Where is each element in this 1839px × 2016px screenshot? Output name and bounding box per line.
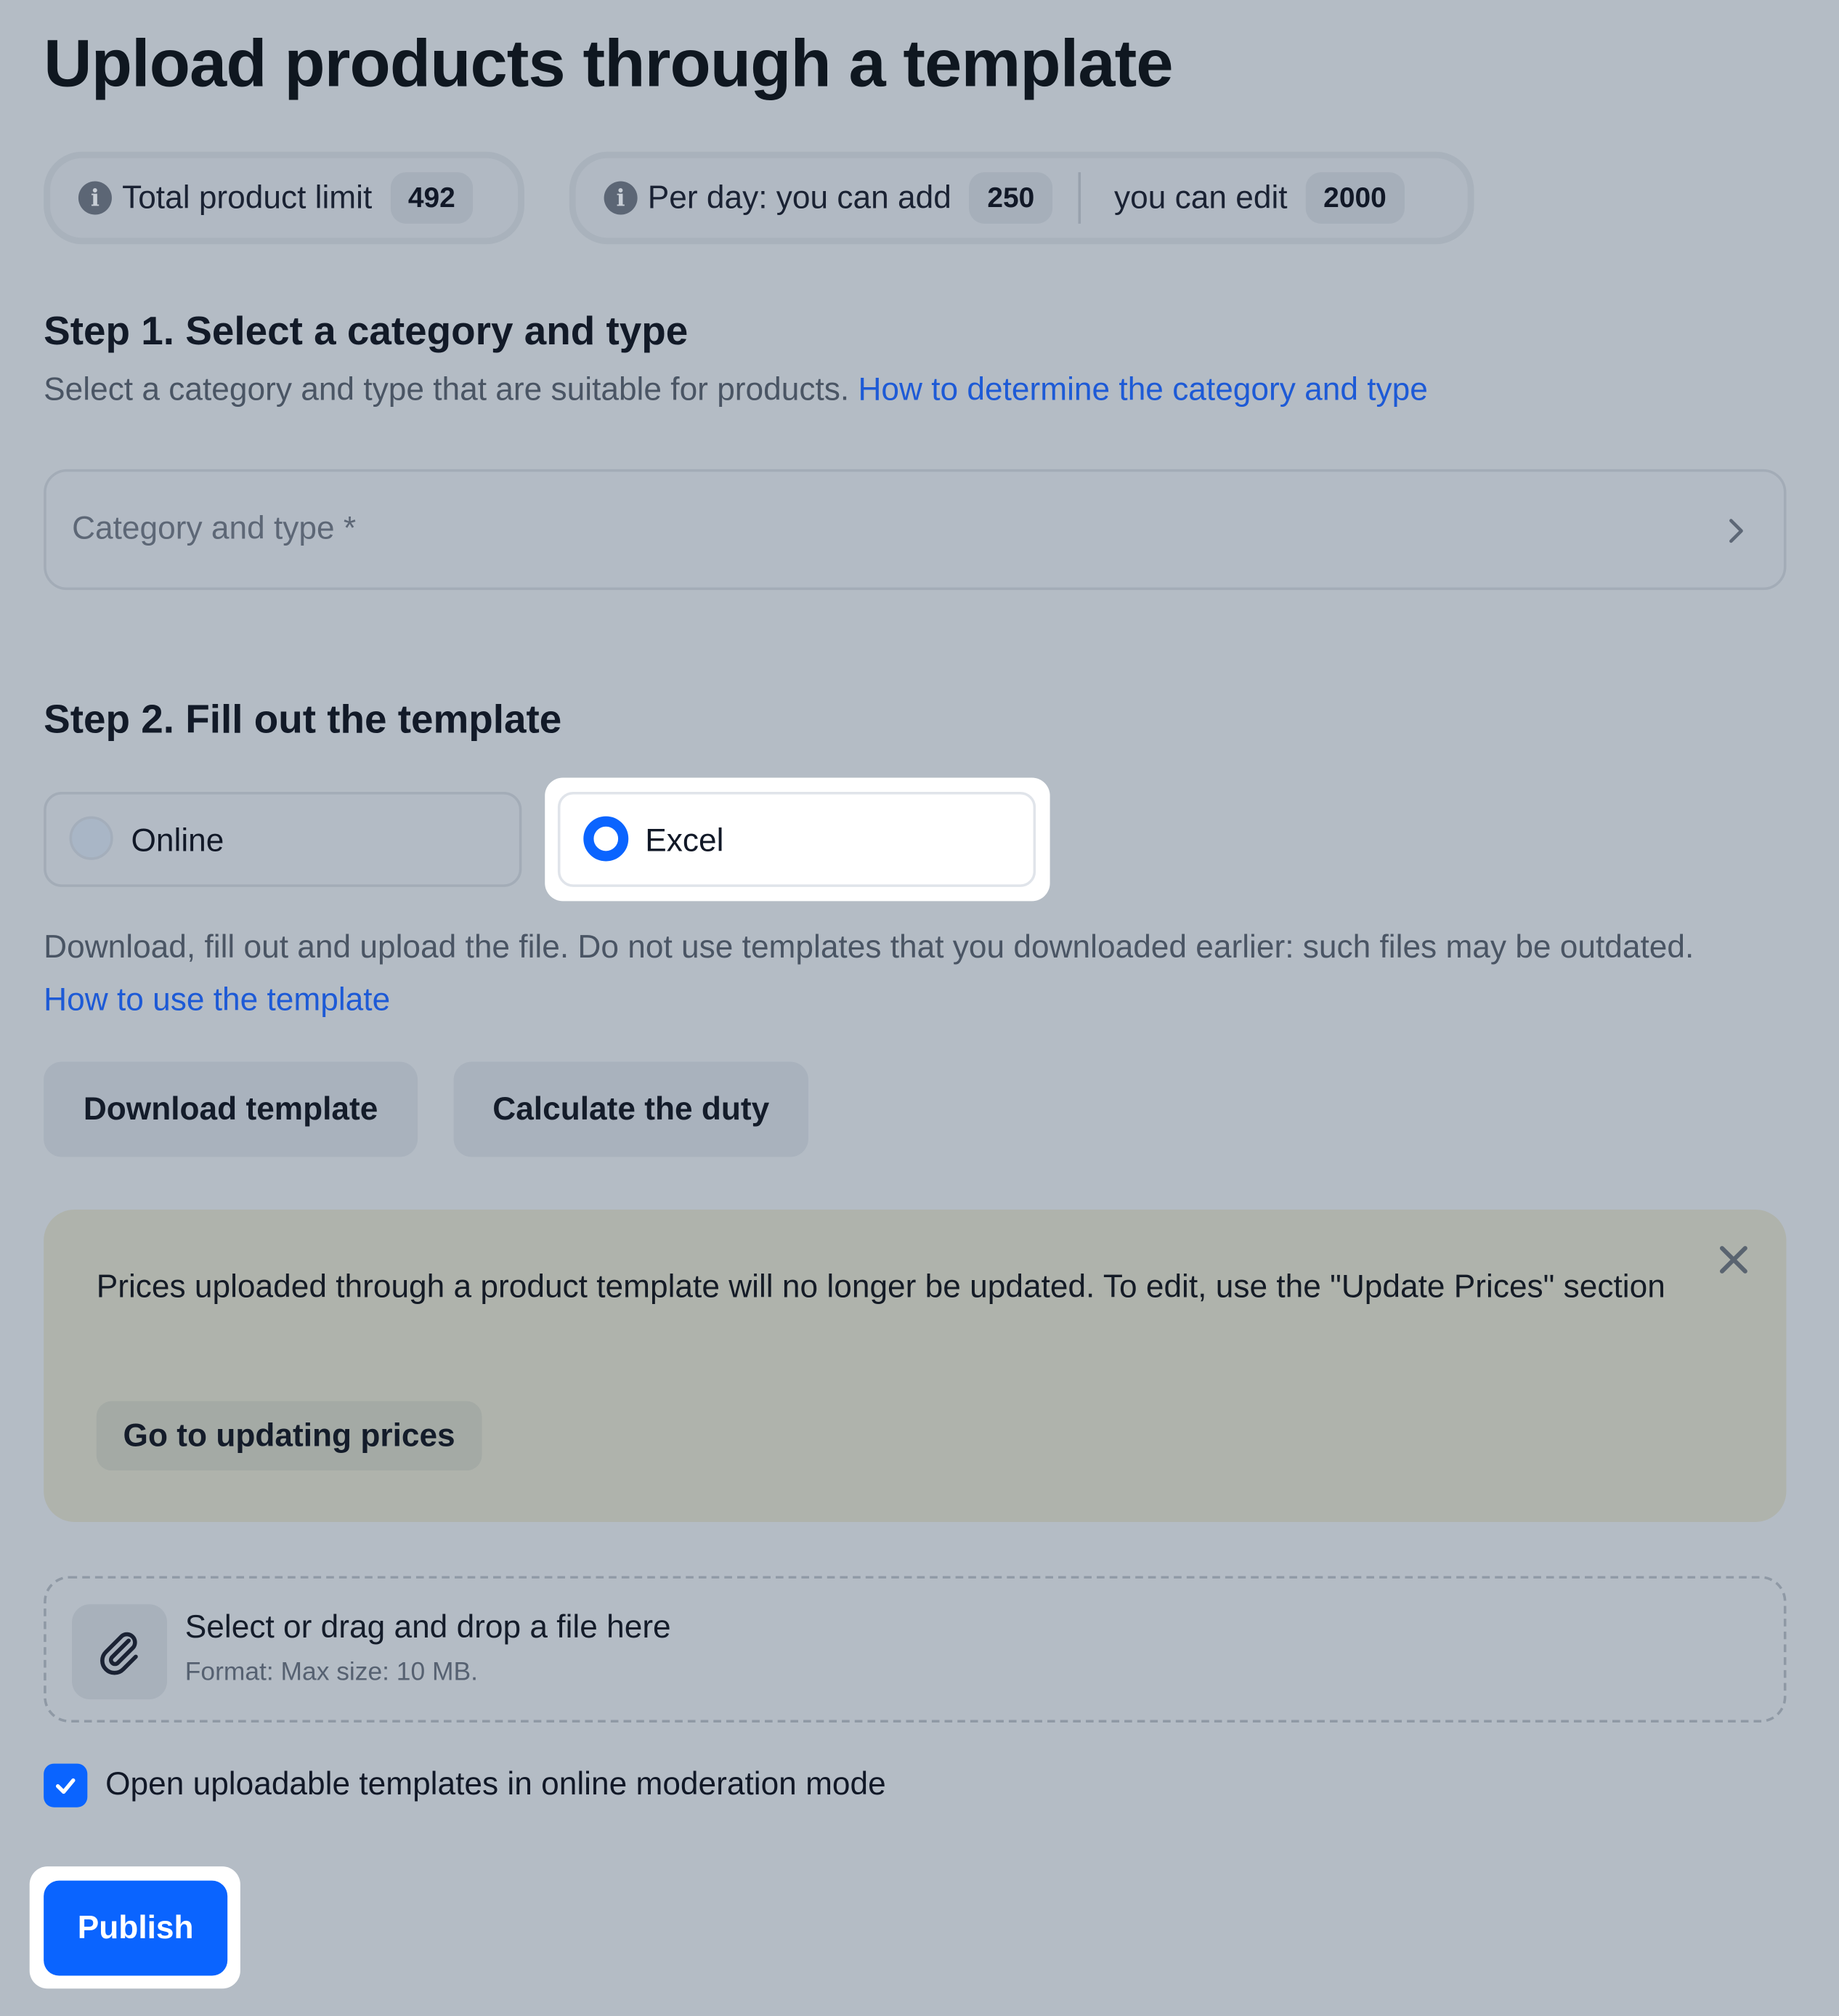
divider: [1078, 172, 1081, 224]
per-day-edit-label: you can edit: [1114, 179, 1288, 216]
chevron-right-icon: [1729, 519, 1743, 543]
option-excel-label: Excel: [645, 822, 724, 859]
paperclip-icon: [100, 1632, 138, 1675]
per-day-edit-value: 2000: [1305, 172, 1405, 224]
category-type-select[interactable]: Category and type *: [44, 469, 1787, 591]
per-day-limit-chip: i Per day: you can add 250 you can edit …: [569, 151, 1474, 245]
attach-button[interactable]: [72, 1604, 168, 1700]
per-day-add-value: 250: [969, 172, 1053, 224]
page-title: Upload products through a template: [44, 27, 1173, 102]
drop-zone-subtitle: Format: Max size: 10 MB.: [184, 1658, 478, 1687]
go-to-update-prices-button[interactable]: Go to updating prices: [96, 1401, 482, 1471]
step1-description: Select a category and type that are suit…: [44, 364, 1428, 417]
option-online-label: Online: [131, 822, 224, 859]
calculate-duty-button[interactable]: Calculate the duty: [453, 1061, 808, 1157]
check-icon: [55, 1778, 76, 1794]
total-limit-label: Total product limit: [122, 179, 373, 216]
total-limit-value: 492: [390, 172, 474, 224]
file-drop-zone[interactable]: Select or drag and drop a file here Form…: [44, 1576, 1787, 1722]
option-excel[interactable]: Excel: [557, 791, 1036, 887]
price-notice: Prices uploaded through a product templa…: [44, 1209, 1787, 1522]
download-template-button[interactable]: Download template: [44, 1061, 418, 1157]
step2-description-text: Download, fill out and upload the file. …: [44, 929, 1694, 966]
info-icon: i: [604, 181, 638, 215]
step2-description: Download, fill out and upload the file. …: [44, 922, 1714, 1027]
step1-description-text: Select a category and type that are suit…: [44, 371, 850, 408]
radio-selected[interactable]: [583, 816, 629, 862]
radio-unselected[interactable]: [69, 816, 113, 860]
category-type-placeholder: Category and type *: [72, 510, 357, 546]
step2-heading: Step 2. Fill out the template: [44, 697, 562, 742]
moderation-checkbox-label[interactable]: Open uploadable templates in online mode…: [105, 1766, 886, 1803]
notice-text: Prices uploaded through a product templa…: [96, 1268, 1665, 1305]
template-help-link[interactable]: How to use the template: [44, 982, 390, 1019]
drop-zone-title: Select or drag and drop a file here: [184, 1609, 671, 1645]
close-icon[interactable]: [1717, 1243, 1750, 1276]
per-day-add-label: Per day: you can add: [647, 179, 951, 216]
step1-heading: Step 1. Select a category and type: [44, 308, 689, 354]
publish-button[interactable]: Publish: [44, 1880, 228, 1976]
moderation-checkbox[interactable]: [44, 1763, 88, 1807]
total-limit-chip: i Total product limit 492: [44, 151, 524, 245]
category-help-link[interactable]: How to determine the category and type: [858, 371, 1427, 408]
option-online[interactable]: Online: [44, 791, 522, 887]
info-icon: i: [78, 181, 112, 215]
